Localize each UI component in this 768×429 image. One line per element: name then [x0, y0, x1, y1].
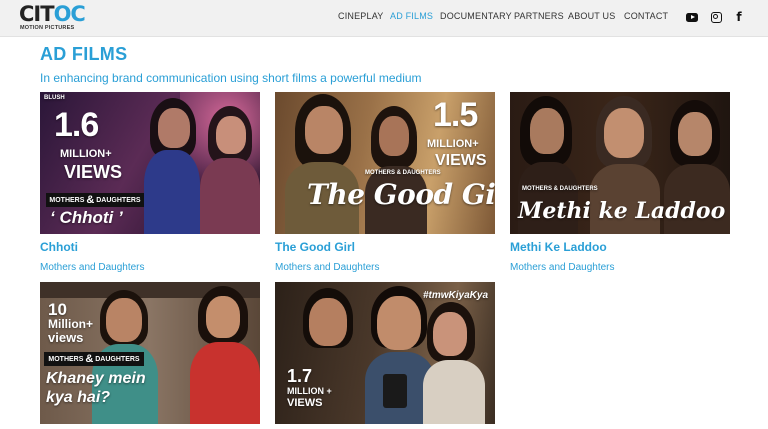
poster-unit: MILLION + — [287, 386, 332, 396]
poster-brand-tag: MOTHERS & DAUGHTERS — [46, 193, 144, 207]
poster-brand: MOTHERS & DAUGHTERS — [522, 186, 598, 192]
nav-about-us[interactable]: ABOUT US — [568, 11, 615, 25]
film-title[interactable]: Methi Ke Laddoo — [510, 240, 607, 254]
poster-film-name: Methi ke Laddoo — [518, 198, 726, 224]
poster-view-count: 1.7 — [287, 366, 313, 386]
poster-brand: MOTHERS & DAUGHTERS — [365, 170, 441, 176]
page-subtitle: In enhancing brand communication using s… — [40, 71, 422, 85]
poster-view-count: 1.5 — [433, 96, 478, 134]
film-thumbnail-chhoti[interactable]: BLUSH 1.6 MILLION+ VIEWS MOTHERS & DAUGH… — [40, 92, 260, 234]
poster-views-label: VIEWS — [64, 162, 123, 182]
page-title: AD FILMS — [40, 44, 128, 64]
poster-unit: MILLION+ — [427, 138, 479, 150]
instagram-icon[interactable] — [709, 10, 723, 24]
poster-brand-tag: MOTHERS & DAUGHTERS — [44, 352, 144, 366]
film-thumbnail-the-good-girl[interactable]: 1.5 MILLION+ VIEWS MOTHERS & DAUGHTERS T… — [275, 92, 495, 234]
poster-views-label: views — [48, 330, 84, 345]
logo-tagline: MOTION PICTURES — [20, 25, 75, 31]
citoc-logo[interactable]: CITOC MOTION PICTURES — [19, 2, 86, 32]
film-thumbnail-tmw-kiya-kya[interactable]: #tmwKiyaKya 1.7 MILLION + VIEWS — [275, 282, 495, 424]
film-series: Mothers and Daughters — [40, 262, 145, 273]
poster-badge: BLUSH — [44, 95, 65, 101]
nav-cineplay[interactable]: CINEPLAY — [338, 11, 383, 25]
top-navigation-bar: CITOC MOTION PICTURES CINEPLAY AD FILMS … — [0, 0, 768, 37]
poster-views-label: VIEWS — [435, 152, 487, 169]
poster-film-name-line1: Khaney mein — [46, 370, 146, 387]
film-title[interactable]: The Good Girl — [275, 240, 355, 254]
poster-unit: MILLION+ — [60, 148, 112, 160]
film-series: Mothers and Daughters — [510, 262, 615, 273]
poster-views-label: VIEWS — [287, 397, 323, 409]
film-title[interactable]: Chhoti — [40, 240, 78, 254]
poster-film-name-line2: kya hai? — [46, 389, 111, 406]
youtube-icon[interactable] — [685, 10, 699, 24]
film-thumbnail-khaney-mein-kya-hai[interactable]: 10 Million+ views MOTHERS & DAUGHTERS Kh… — [40, 282, 260, 424]
nav-documentary[interactable]: DOCUMENTARY — [440, 11, 512, 25]
poster-hashtag: #tmwKiyaKya — [423, 290, 489, 301]
logo-wordmark: CITOC — [19, 2, 86, 26]
nav-ad-films[interactable]: AD FILMS — [390, 11, 433, 25]
nav-partners[interactable]: PARTNERS — [514, 11, 564, 25]
poster-view-count: 1.6 — [54, 106, 99, 144]
poster-unit: Million+ — [48, 317, 93, 331]
film-series: Mothers and Daughters — [275, 262, 380, 273]
nav-contact[interactable]: CONTACT — [624, 11, 668, 25]
film-thumbnail-methi-ke-laddoo[interactable]: MOTHERS & DAUGHTERS Methi ke Laddoo — [510, 92, 730, 234]
poster-film-name: The Good Girl — [307, 178, 495, 211]
poster-film-name: ‘ Chhoti ’ — [50, 208, 123, 227]
facebook-icon[interactable]: f — [732, 10, 746, 24]
